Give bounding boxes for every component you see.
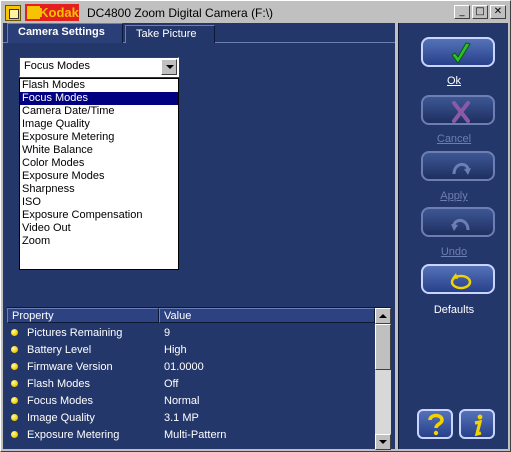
column-header-value[interactable]: Value [159, 308, 375, 323]
property-name: Image Quality [27, 412, 95, 424]
column-header-property[interactable]: Property [7, 308, 159, 323]
property-value: 3.1 MP [164, 412, 199, 424]
properties-table: Property Value Pictures Remaining 9 Batter… [7, 307, 391, 450]
property-row[interactable]: Battery Level High [7, 342, 375, 359]
dropdown-option[interactable]: Sharpness [20, 183, 178, 196]
settings-category-select[interactable]: Focus Modes [19, 57, 179, 77]
minimize-button[interactable]: _ [454, 5, 470, 19]
dropdown-option[interactable]: Exposure Compensation [20, 209, 178, 222]
question-mark-icon [428, 413, 444, 436]
dropdown-option[interactable]: Flash Modes [20, 79, 178, 92]
help-button[interactable] [417, 409, 453, 439]
kodak-k-mark [27, 6, 40, 19]
property-row[interactable]: Pictures Remaining 9 [7, 325, 375, 342]
brand-text: Kodak [39, 5, 79, 20]
property-row[interactable]: Image Quality 3.1 MP [7, 410, 375, 427]
property-name: Focus Modes [27, 395, 94, 407]
x-mark-icon [452, 101, 470, 123]
action-panel: Ok Cancel Apply Undo Defaults [398, 23, 508, 449]
dropdown-option[interactable]: ISO [20, 196, 178, 209]
scroll-down-button[interactable] [375, 434, 391, 450]
info-button[interactable] [459, 409, 495, 439]
cancel-label[interactable]: Cancel [399, 133, 509, 145]
app-window: Kodak DC4800 Zoom Digital Camera (F:\) _… [0, 0, 511, 452]
bullet-icon [11, 397, 18, 404]
property-value: High [164, 344, 187, 356]
dropdown-option[interactable]: Color Modes [20, 157, 178, 170]
property-row[interactable]: Flash Modes Off [7, 376, 375, 393]
property-row[interactable]: Exposure Metering Multi-Pattern [7, 427, 375, 444]
dropdown-option[interactable]: Camera Date/Time [20, 105, 178, 118]
property-name: Flash Modes [27, 378, 90, 390]
tab-take-picture[interactable]: Take Picture [125, 25, 215, 43]
property-row[interactable]: Firmware Version 01.0000 [7, 359, 375, 376]
vertical-scrollbar[interactable] [375, 308, 391, 450]
property-value: 01.0000 [164, 361, 204, 373]
property-value: Multi-Pattern [164, 429, 227, 441]
reset-cycle-icon [450, 273, 472, 290]
defaults-button[interactable] [421, 264, 495, 294]
dropdown-option[interactable]: Focus Modes [20, 92, 178, 105]
property-name: Firmware Version [27, 361, 113, 373]
scroll-thumb[interactable] [375, 324, 391, 370]
property-name: Pictures Remaining [27, 327, 123, 339]
title-bar[interactable]: Kodak DC4800 Zoom Digital Camera (F:\) _… [3, 3, 508, 22]
maximize-button[interactable]: □ [472, 5, 488, 19]
checkmark-icon [451, 42, 471, 64]
defaults-label[interactable]: Defaults [399, 304, 509, 316]
dropdown-option[interactable]: Video Out [20, 222, 178, 235]
property-name: Exposure Metering [27, 429, 120, 441]
kodak-logo: Kodak [25, 4, 79, 21]
undo-arrow-icon [451, 219, 470, 231]
dropdown-option[interactable]: Exposure Modes [20, 170, 178, 183]
bullet-icon [11, 380, 18, 387]
apply-button[interactable] [421, 151, 495, 181]
undo-label[interactable]: Undo [399, 246, 509, 258]
bullet-icon [11, 329, 18, 336]
info-icon [474, 414, 483, 437]
scroll-up-button[interactable] [375, 308, 391, 324]
window-controls: _ □ ✕ [452, 5, 506, 19]
bullet-icon [11, 431, 18, 438]
main-panel: Camera Settings Take Picture Focus Modes… [3, 23, 395, 450]
properties-header: Property Value [7, 308, 375, 323]
ok-button[interactable] [421, 37, 495, 67]
bullet-icon [11, 363, 18, 370]
select-value: Focus Modes [24, 60, 91, 72]
property-value: Off [164, 378, 179, 390]
dropdown-option[interactable]: Image Quality [20, 118, 178, 131]
property-value: Normal [164, 395, 200, 407]
ok-label[interactable]: Ok [399, 75, 509, 87]
dropdown-option[interactable]: Zoom [20, 235, 178, 248]
bullet-icon [11, 414, 18, 421]
apply-label[interactable]: Apply [399, 190, 509, 202]
undo-button[interactable] [421, 207, 495, 237]
window-title: DC4800 Zoom Digital Camera (F:\) [87, 5, 274, 20]
bullet-icon [11, 346, 18, 353]
cancel-button[interactable] [421, 95, 495, 125]
dropdown-option[interactable]: Exposure Metering [20, 131, 178, 144]
app-icon[interactable] [5, 4, 21, 21]
tab-bar: Camera Settings Take Picture [3, 23, 395, 43]
apply-arrow-icon [452, 163, 471, 175]
dropdown-arrow-button[interactable] [161, 59, 177, 75]
settings-category-list: Flash Modes Focus Modes Camera Date/Time Im… [19, 78, 179, 270]
close-button[interactable]: ✕ [490, 5, 506, 19]
tab-camera-settings[interactable]: Camera Settings [7, 23, 123, 43]
property-value: 9 [164, 327, 171, 339]
property-row[interactable]: Focus Modes Normal [7, 393, 375, 410]
dropdown-option[interactable]: White Balance [20, 144, 178, 157]
property-name: Battery Level [27, 344, 92, 356]
